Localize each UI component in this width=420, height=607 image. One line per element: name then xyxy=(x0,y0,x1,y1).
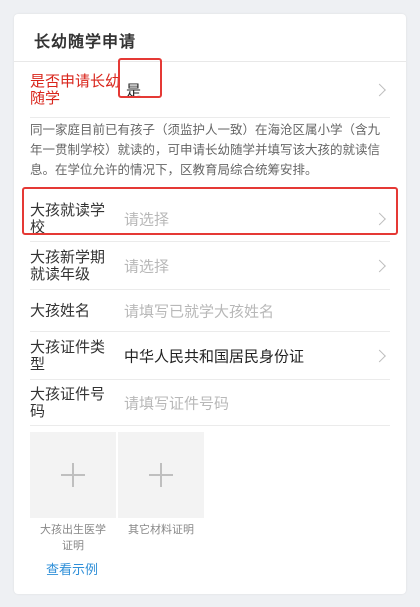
upload-caption: 大孩出生医学证明 xyxy=(40,523,106,552)
id-number-input[interactable]: 请填写证件号码 xyxy=(124,392,229,413)
name-row[interactable]: 大孩姓名 请填写已就学大孩姓名 xyxy=(30,290,390,332)
apply-label: 是否申请长幼随学 xyxy=(30,71,121,107)
id-type-value[interactable]: 中华人民共和国居民身份证 xyxy=(124,345,304,366)
page-title: 长幼随学申请 xyxy=(34,32,137,51)
upload-birth-certificate[interactable] xyxy=(30,432,116,518)
upload-caption: 其它材料证明 xyxy=(128,523,194,536)
id-number-label: 大孩证件号码 xyxy=(30,384,106,420)
apply-row[interactable]: 是否申请长幼随学 是 xyxy=(30,62,390,118)
upload-other-materials[interactable] xyxy=(118,432,204,518)
school-row-highlight xyxy=(22,187,398,235)
apply-value-highlight xyxy=(118,58,162,98)
grade-row[interactable]: 大孩新学期就读年级 请选择 xyxy=(30,242,390,290)
id-type-row[interactable]: 大孩证件类型 中华人民共和国居民身份证 xyxy=(30,332,390,380)
grade-placeholder[interactable]: 请选择 xyxy=(124,255,169,276)
chevron-right-icon xyxy=(373,259,386,272)
application-card: 长幼随学申请 是否申请长幼随学 是 同一家庭目前已有孩子（须监护人一致）在海沧区… xyxy=(14,14,406,594)
view-example-link[interactable]: 查看示例 xyxy=(46,559,98,578)
id-type-label: 大孩证件类型 xyxy=(30,337,106,373)
chevron-right-icon xyxy=(373,349,386,362)
grade-label: 大孩新学期就读年级 xyxy=(30,247,106,283)
chevron-right-icon xyxy=(373,83,386,96)
name-label: 大孩姓名 xyxy=(30,301,91,319)
name-input[interactable]: 请填写已就学大孩姓名 xyxy=(124,300,274,321)
id-number-row[interactable]: 大孩证件号码 请填写证件号码 xyxy=(30,380,390,426)
